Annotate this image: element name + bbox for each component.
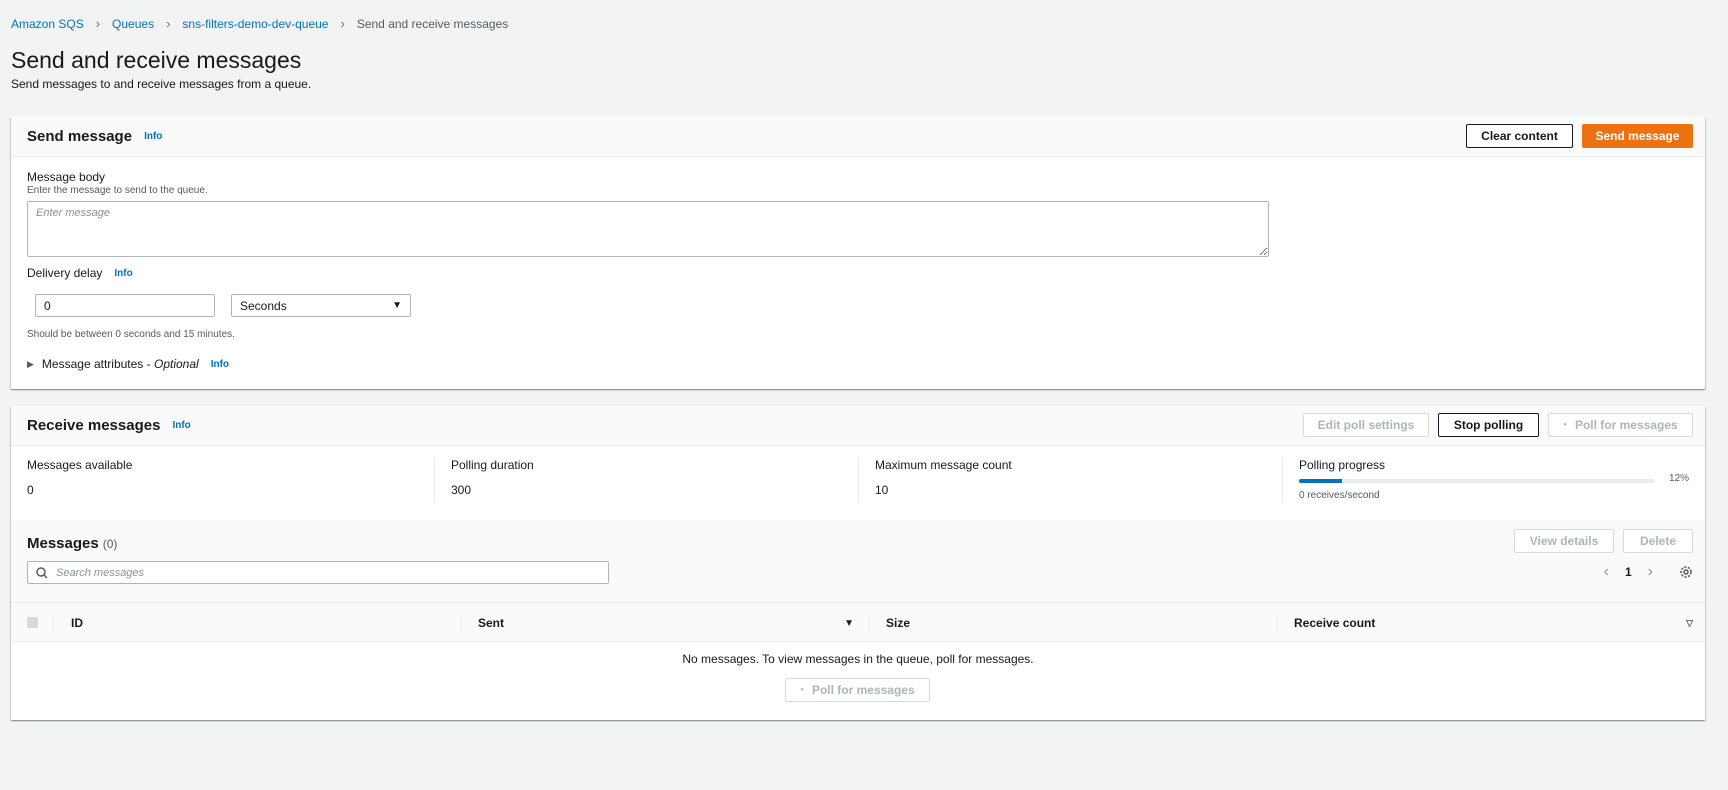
message-attributes-label: Message attributes - bbox=[41, 357, 154, 371]
messages-table-header: ID Sent ▼ Size Receive count ▽ bbox=[11, 602, 1705, 642]
delivery-delay-unit-value: Seconds bbox=[240, 298, 287, 313]
sort-descending-icon[interactable]: ▼ bbox=[844, 618, 854, 629]
chevron-right-icon: › bbox=[95, 16, 101, 31]
delivery-delay-hint: Should be between 0 seconds and 15 minut… bbox=[27, 329, 235, 340]
receive-count-header-label: Receive count bbox=[1294, 616, 1376, 630]
messages-heading: Messages (0) bbox=[27, 535, 117, 552]
page-title: Send and receive messages bbox=[11, 47, 302, 73]
polling-progress-percent: 12% bbox=[1669, 473, 1690, 484]
column-divider bbox=[461, 613, 462, 633]
stat-divider bbox=[434, 458, 435, 502]
messages-table: ID Sent ▼ Size Receive count ▽ No messag… bbox=[11, 602, 1705, 720]
delete-button[interactable]: Delete bbox=[1623, 529, 1693, 553]
polling-progress-label: Polling progress bbox=[1299, 458, 1386, 472]
delivery-delay-value: 0 bbox=[44, 298, 51, 313]
spinner-icon: ● bbox=[800, 687, 804, 693]
search-messages-input[interactable]: Search messages bbox=[27, 561, 609, 584]
stat-divider bbox=[1282, 458, 1283, 502]
breadcrumb-queue[interactable]: sns-filters-demo-dev-queue bbox=[182, 17, 328, 31]
page-subtitle: Send messages to and receive messages fr… bbox=[11, 77, 312, 91]
polling-rate: 0 receives/second bbox=[1299, 490, 1380, 501]
polling-progress-bar bbox=[1299, 479, 1655, 483]
column-divider bbox=[869, 613, 870, 633]
stat-divider bbox=[858, 458, 859, 502]
send-message-info-link[interactable]: Info bbox=[144, 131, 162, 142]
edit-poll-settings-button[interactable]: Edit poll settings bbox=[1303, 413, 1429, 437]
receive-messages-panel: Receive messages Info Edit poll settings… bbox=[11, 406, 1705, 720]
messages-available-value: 0 bbox=[27, 483, 34, 497]
breadcrumb: Amazon SQS › Queues › sns-filters-demo-d… bbox=[11, 16, 508, 31]
stat-messages-available: Messages available 0 bbox=[27, 458, 132, 497]
message-body-description: Enter the message to send to the queue. bbox=[27, 185, 208, 196]
breadcrumb-current: Send and receive messages bbox=[356, 16, 509, 31]
polling-stats: Messages available 0 Polling duration 30… bbox=[11, 458, 1705, 508]
sent-header-label: Sent bbox=[478, 616, 505, 630]
column-header-size[interactable]: Size bbox=[886, 603, 910, 643]
column-divider bbox=[53, 613, 54, 633]
delivery-delay-input[interactable]: 0 bbox=[35, 294, 215, 317]
pagination-current-page[interactable]: 1 bbox=[1625, 565, 1632, 579]
message-body-input[interactable] bbox=[27, 201, 1269, 257]
sort-icon[interactable]: ▽ bbox=[1686, 618, 1693, 629]
chevron-right-icon: › bbox=[340, 16, 345, 31]
send-message-panel: Send message Info Clear content Send mes… bbox=[11, 117, 1705, 389]
delivery-delay-label: Delivery delay bbox=[27, 266, 103, 280]
caret-right-icon: ▶ bbox=[27, 358, 34, 369]
gear-icon[interactable] bbox=[1679, 565, 1693, 579]
message-attributes-toggle[interactable]: ▶ Message attributes - Optional Info bbox=[27, 357, 229, 371]
poll-for-messages-label: Poll for messages bbox=[1574, 418, 1678, 432]
message-attributes-optional: Optional bbox=[153, 357, 199, 371]
polling-duration-label: Polling duration bbox=[451, 458, 534, 472]
clear-content-button[interactable]: Clear content bbox=[1466, 124, 1573, 148]
send-message-header: Send message Info Clear content Send mes… bbox=[11, 117, 1705, 157]
view-details-button[interactable]: View details bbox=[1514, 529, 1614, 553]
column-header-id[interactable]: ID bbox=[71, 603, 83, 643]
chevron-left-icon[interactable]: ‹ bbox=[1604, 563, 1609, 581]
caret-down-icon: ▼ bbox=[392, 300, 402, 311]
receive-messages-header: Receive messages Info Edit poll settings… bbox=[11, 406, 1705, 446]
delivery-delay-info-link[interactable]: Info bbox=[114, 268, 132, 279]
column-header-receive-count[interactable]: Receive count ▽ bbox=[1294, 603, 1693, 643]
maximum-message-count-value: 10 bbox=[875, 483, 889, 497]
chevron-right-icon: › bbox=[166, 16, 171, 31]
empty-state-poll-button[interactable]: ● Poll for messages bbox=[785, 678, 930, 702]
select-all-checkbox[interactable] bbox=[27, 617, 38, 628]
stat-polling-progress: Polling progress 12% 0 receives/second bbox=[1299, 458, 1689, 501]
column-header-sent[interactable]: Sent ▼ bbox=[478, 603, 854, 643]
maximum-message-count-label: Maximum message count bbox=[875, 458, 1012, 472]
messages-available-label: Messages available bbox=[27, 458, 133, 472]
messages-title: Messages bbox=[27, 535, 99, 552]
receive-messages-title: Receive messages bbox=[27, 417, 161, 434]
receive-messages-info-link[interactable]: Info bbox=[172, 420, 190, 431]
empty-state-poll-label: Poll for messages bbox=[811, 683, 915, 697]
delivery-delay-unit-select[interactable]: Seconds ▼ bbox=[231, 294, 411, 317]
messages-section: Messages (0) View details Delete Search … bbox=[11, 520, 1705, 720]
empty-state-text: No messages. To view messages in the que… bbox=[682, 652, 1034, 666]
search-messages-placeholder: Search messages bbox=[56, 566, 145, 579]
search-icon bbox=[36, 566, 48, 579]
delivery-delay-label-row: Delivery delay Info bbox=[27, 266, 133, 280]
pagination: ‹ 1 › bbox=[1604, 563, 1693, 581]
messages-count: (0) bbox=[102, 537, 118, 551]
spinner-icon: ● bbox=[1563, 422, 1567, 428]
breadcrumb-amazon-sqs[interactable]: Amazon SQS bbox=[11, 17, 84, 31]
column-divider bbox=[1277, 613, 1278, 633]
poll-for-messages-button[interactable]: ● Poll for messages bbox=[1548, 413, 1693, 437]
chevron-right-icon[interactable]: › bbox=[1648, 563, 1653, 581]
send-message-button[interactable]: Send message bbox=[1582, 124, 1693, 148]
stat-polling-duration: Polling duration 300 bbox=[451, 458, 534, 497]
stop-polling-button[interactable]: Stop polling bbox=[1438, 413, 1539, 437]
polling-duration-value: 300 bbox=[451, 483, 472, 497]
breadcrumb-queues[interactable]: Queues bbox=[112, 17, 154, 31]
message-body-label: Message body bbox=[27, 170, 106, 184]
messages-actions: View details Delete bbox=[1514, 529, 1693, 553]
send-message-title: Send message bbox=[27, 128, 133, 145]
message-attributes-info-link[interactable]: Info bbox=[211, 359, 229, 370]
polling-progress-fill bbox=[1299, 479, 1342, 483]
stat-maximum-message-count: Maximum message count 10 bbox=[875, 458, 1012, 497]
